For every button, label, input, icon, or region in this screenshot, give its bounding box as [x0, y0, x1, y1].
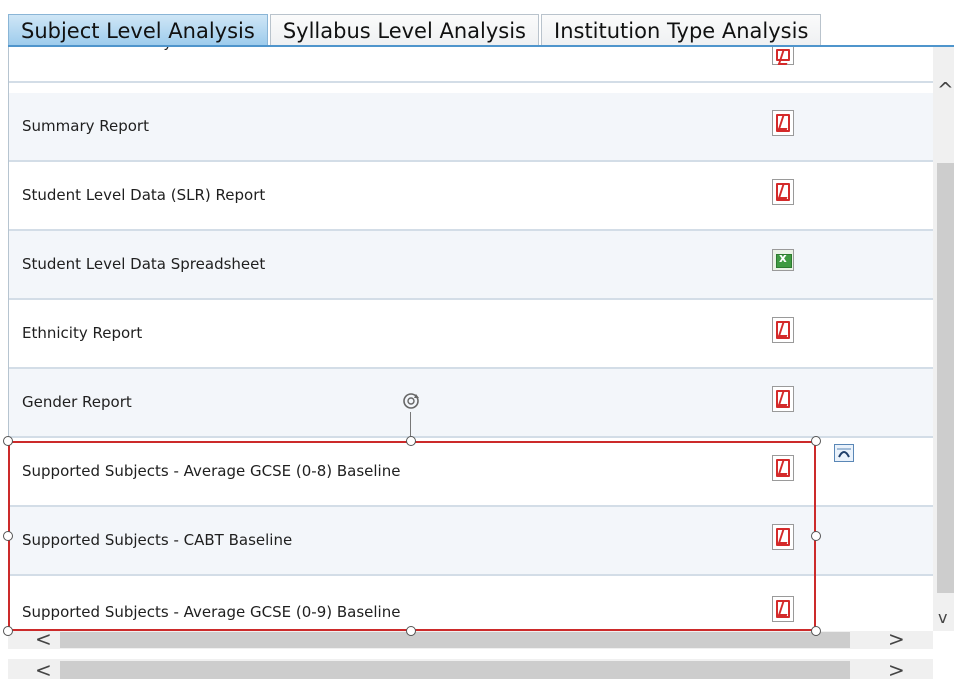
- report-row-gcse-0-8-baseline[interactable]: Supported Subjects - Average GCSE (0-8) …: [9, 438, 934, 507]
- scroll-right-arrow-inner[interactable]: >: [888, 629, 905, 649]
- pdf-icon[interactable]: [772, 179, 794, 205]
- report-list: Executive Summary Summary Report Student…: [8, 47, 934, 631]
- pdf-icon[interactable]: [772, 596, 794, 622]
- report-label: Executive Summary: [22, 47, 172, 81]
- report-row-executive-summary[interactable]: Executive Summary: [9, 47, 934, 83]
- report-label: Ethnicity Report: [22, 324, 143, 342]
- scroll-down-arrow[interactable]: v: [938, 608, 947, 628]
- report-label: Gender Report: [22, 393, 132, 411]
- resize-handle-bottom[interactable]: [406, 626, 416, 636]
- excel-icon[interactable]: [772, 249, 794, 271]
- pdf-icon[interactable]: [772, 524, 794, 550]
- vertical-scroll-thumb[interactable]: [937, 163, 954, 593]
- rotate-handle-stem: [410, 412, 411, 436]
- report-label: Supported Subjects - Average GCSE (0-8) …: [22, 462, 401, 480]
- scroll-up-arrow[interactable]: ^: [937, 80, 954, 100]
- report-label: Supported Subjects - Average GCSE (0-9) …: [22, 603, 401, 621]
- pdf-icon[interactable]: [772, 317, 794, 343]
- tab-subject-level-analysis[interactable]: Subject Level Analysis: [8, 14, 268, 46]
- scroll-left-arrow-inner[interactable]: <: [35, 629, 52, 649]
- scroll-right-arrow-outer[interactable]: >: [888, 660, 905, 680]
- resize-handle-left[interactable]: [3, 531, 13, 541]
- resize-handle-bottom-left[interactable]: [3, 626, 13, 636]
- pdf-icon[interactable]: [772, 110, 794, 136]
- resize-handle-top-left[interactable]: [3, 436, 13, 446]
- resize-handle-right[interactable]: [811, 531, 821, 541]
- report-label: Student Level Data Spreadsheet: [22, 255, 266, 273]
- report-label: Student Level Data (SLR) Report: [22, 186, 266, 204]
- report-row-summary-report[interactable]: Summary Report: [9, 93, 934, 162]
- resize-handle-bottom-right[interactable]: [811, 626, 821, 636]
- horizontal-scroll-thumb-inner[interactable]: [60, 632, 850, 648]
- pdf-icon[interactable]: [772, 455, 794, 481]
- report-row-gender-report[interactable]: Gender Report: [9, 369, 934, 438]
- resize-handle-top[interactable]: [406, 436, 416, 446]
- tab-bar: Subject Level Analysis Syllabus Level An…: [8, 14, 823, 46]
- tab-institution-type-analysis[interactable]: Institution Type Analysis: [541, 14, 822, 46]
- report-row-cabt-baseline[interactable]: Supported Subjects - CABT Baseline: [9, 507, 934, 576]
- scroll-left-arrow-outer[interactable]: <: [35, 660, 52, 680]
- report-row-slr-report[interactable]: Student Level Data (SLR) Report: [9, 162, 934, 231]
- report-row-ethnicity-report[interactable]: Ethnicity Report: [9, 300, 934, 369]
- tab-syllabus-level-analysis[interactable]: Syllabus Level Analysis: [269, 14, 539, 46]
- report-row-student-level-spreadsheet[interactable]: Student Level Data Spreadsheet: [9, 231, 934, 300]
- horizontal-scroll-thumb-outer[interactable]: [60, 661, 850, 679]
- resize-handle-top-right[interactable]: [811, 436, 821, 446]
- report-label: Summary Report: [22, 117, 149, 135]
- pdf-icon[interactable]: [772, 47, 794, 65]
- report-row-gcse-0-9-baseline[interactable]: Supported Subjects - Average GCSE (0-9) …: [9, 576, 934, 631]
- pdf-icon[interactable]: [772, 386, 794, 412]
- report-label: Supported Subjects - CABT Baseline: [22, 531, 293, 549]
- rotate-icon[interactable]: [400, 390, 422, 412]
- layout-options-icon[interactable]: [834, 444, 854, 462]
